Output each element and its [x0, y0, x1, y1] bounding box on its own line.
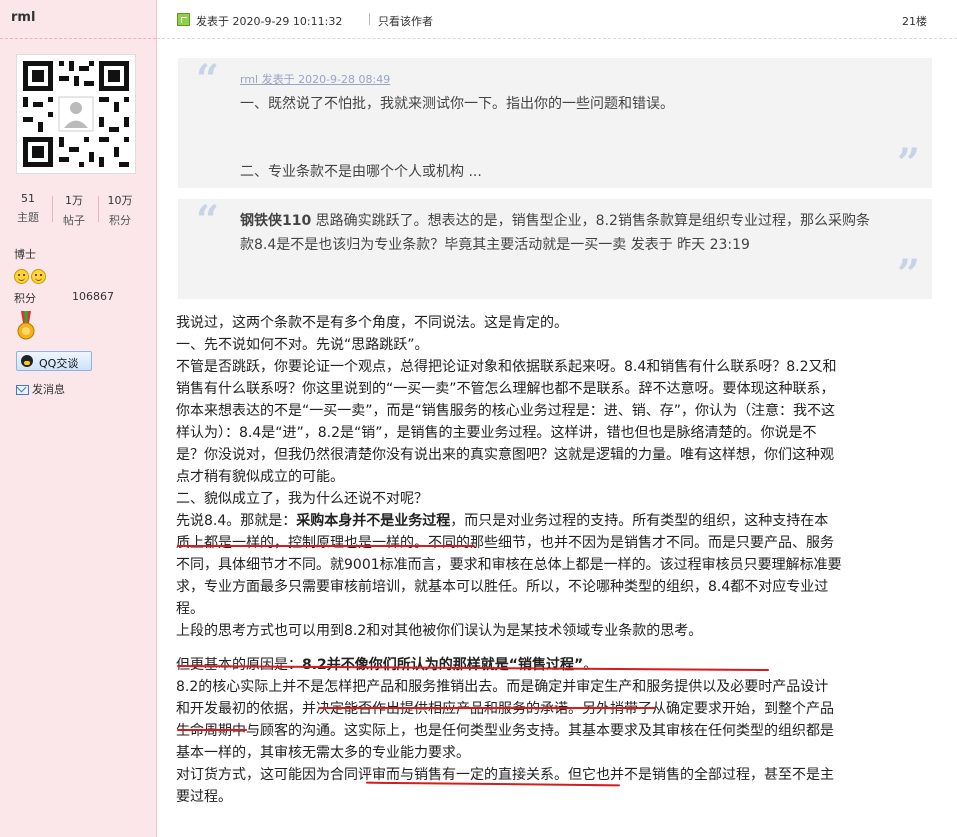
post-timestamp: 发表于 2020-9-29 10:11:32	[196, 15, 343, 28]
body-line: 你本来想表达的不是“一买一卖”，而是“销售服务的核心业务过程是：进、销、存”，你…	[176, 403, 836, 419]
user-sidebar: rml 51 主题 1万 帖子 10万 积分 博士 积分 106867 QQ交谈…	[0, 0, 157, 837]
points-row: 积分 106867	[14, 290, 114, 306]
body-emphasis: 采购本身并不是业务过程	[296, 513, 451, 529]
stat-divider	[98, 196, 99, 222]
stat-posts-label: 帖子	[63, 214, 85, 227]
post-body: 我说过，这两个条款不是有多个角度，不同说法。这是肯定的。 一、先不说如何不对。先…	[176, 312, 936, 808]
comment-author[interactable]: 钢铁侠110	[240, 213, 311, 229]
comment-text: 钢铁侠110 思路确实跳跃了。想表达的是，销售型企业，8.2销售条款算是组织专业…	[240, 209, 870, 257]
avatar-qr-code[interactable]	[16, 54, 136, 174]
stat-threads-value: 51	[21, 192, 35, 205]
body-line: 上段的思考方式也可以用到8.2和对其他被你们误认为是某技术领域专业条款的思考。	[176, 623, 703, 639]
points-value: 106867	[72, 290, 114, 303]
body-line: 不同，具体细节才不同。就9001标准而言，要求和审核在总体上都是一样的。该过程审…	[176, 557, 842, 573]
body-line: 样认为）：8.4是“进”，8.2是“销”，是销售的主要业务过程。这样讲，错也但也…	[176, 425, 817, 441]
quote-open-icon: “	[196, 197, 220, 244]
body-segment: ，而只是对业务过程的支持。所有类型的组织，这种支持在本	[450, 513, 829, 529]
qq-penguin-icon	[21, 355, 33, 367]
quote-close-icon: ”	[896, 251, 920, 298]
stat-points-label: 积分	[109, 214, 131, 227]
body-line: 求，专业方面最多只需要审核前培训，就基本可以胜任。所以，不论哪种类型的组织，8.…	[176, 579, 829, 595]
stat-points-value: 10万	[107, 194, 133, 207]
body-line: 是？你没说对，但我仍然很清楚你没有说出来的真实意图吧？这就是逻辑的力量。唯有这样…	[176, 447, 834, 463]
body-line: 要过程。	[176, 789, 232, 805]
username-link[interactable]: rml	[11, 10, 35, 25]
comment-body: 思路确实跳跃了。想表达的是，销售型企业，8.2销售条款算是组织专业过程，那么采购…	[240, 213, 870, 253]
body-emphasis: 8.2并不像你们所认为的那样就是“销售过程”	[302, 657, 584, 673]
comment-quote-block: “ 钢铁侠110 思路确实跳跃了。想表达的是，销售型企业，8.2销售条款算是组织…	[178, 199, 932, 299]
only-author-link[interactable]: 只看该作者	[378, 13, 433, 29]
qr-code-icon	[17, 55, 135, 173]
body-line: 8.2的核心实际上并不是怎样把产品和服务推销出去。而是确定并审定生产和服务提供以…	[176, 679, 829, 695]
body-line: 先说8.4。那就是：采购本身并不是业务过程，而只是对业务过程的支持。所有类型的组…	[176, 510, 936, 532]
red-underline-mark	[318, 707, 656, 709]
rank-stars	[14, 266, 48, 285]
body-line: 和开发最初的依据，并决定能否作出提供相应产品和服务的承诺。另外捎带了从确定要求开…	[176, 701, 834, 717]
body-line: 基本一样的，其审核无需太多的专业能力要求。	[176, 745, 470, 761]
body-line: 生命周期中与顾客的沟通。这实际上，也是任何类型业务支持。其基本要求及其审核在任何…	[176, 723, 834, 739]
quote-line: 二、专业条款不是由哪个个人或机构 ...	[240, 164, 482, 180]
send-message-link[interactable]: 发消息	[16, 381, 65, 397]
medal-icon[interactable]	[16, 311, 36, 341]
body-line: 销售有什么联系呀？你这里说到的“一买一卖”不管怎么理解也都不是联系。辞不达意呀。…	[176, 381, 835, 397]
body-line: 点才稍有貌似成立的可能。	[176, 469, 344, 485]
stat-threads-label: 主题	[17, 211, 39, 224]
quote-source-link[interactable]: rml 发表于 2020-9-28 08:49	[240, 71, 390, 87]
points-label: 积分	[14, 292, 36, 305]
stat-divider	[52, 196, 53, 222]
qq-chat-label: QQ交谈	[39, 357, 79, 370]
body-line: 二、貌似成立了，我为什么还说不对呢？	[176, 491, 428, 507]
stat-points[interactable]: 10万 积分	[100, 192, 140, 228]
user-rank: 博士	[14, 248, 36, 261]
smiley-icon	[31, 269, 46, 284]
post-header: 发表于 2020-9-29 10:11:32 只看该作者 21楼	[157, 0, 957, 39]
stat-threads[interactable]: 51 主题	[8, 192, 48, 225]
body-line: 不管是否跳跃，你要论证一个观点，总得把论证对象和依据联系起来呀。8.4和销售有什…	[176, 359, 837, 375]
sidebar-divider	[0, 38, 156, 39]
red-underline-mark	[177, 729, 247, 731]
send-message-label: 发消息	[32, 383, 65, 396]
body-segment: 。	[583, 657, 598, 673]
header-divider	[369, 13, 370, 25]
body-line: 一、先不说如何不对。先说“思路跳跃”。	[176, 337, 429, 353]
body-segment: 先说8.4。那就是：	[176, 513, 297, 529]
red-underline-mark	[177, 545, 475, 547]
post-status-icon	[177, 13, 190, 26]
envelope-icon	[16, 385, 29, 395]
quote-line: 一、既然说了不怕批，我就来测试你一下。指出你的一些问题和错误。	[240, 96, 674, 112]
quote-close-icon: ”	[896, 140, 920, 187]
stat-posts[interactable]: 1万 帖子	[54, 192, 94, 228]
stat-posts-value: 1万	[65, 194, 83, 207]
smiley-icon	[14, 269, 29, 284]
qq-chat-button[interactable]: QQ交谈	[16, 351, 92, 371]
body-line: 我说过，这两个条款不是有多个角度，不同说法。这是肯定的。	[176, 315, 568, 331]
body-line: 质上都是一样的，控制原理也是一样的。不同的那些细节，也并不因为是销售才不同。而是…	[176, 535, 834, 551]
quote-open-icon: “	[196, 56, 220, 103]
floor-number-link[interactable]: 21楼	[902, 13, 927, 29]
quote-block: “ rml 发表于 2020-9-28 08:49 一、既然说了不怕批，我就来测…	[178, 58, 932, 188]
body-line: 程。	[176, 601, 204, 617]
